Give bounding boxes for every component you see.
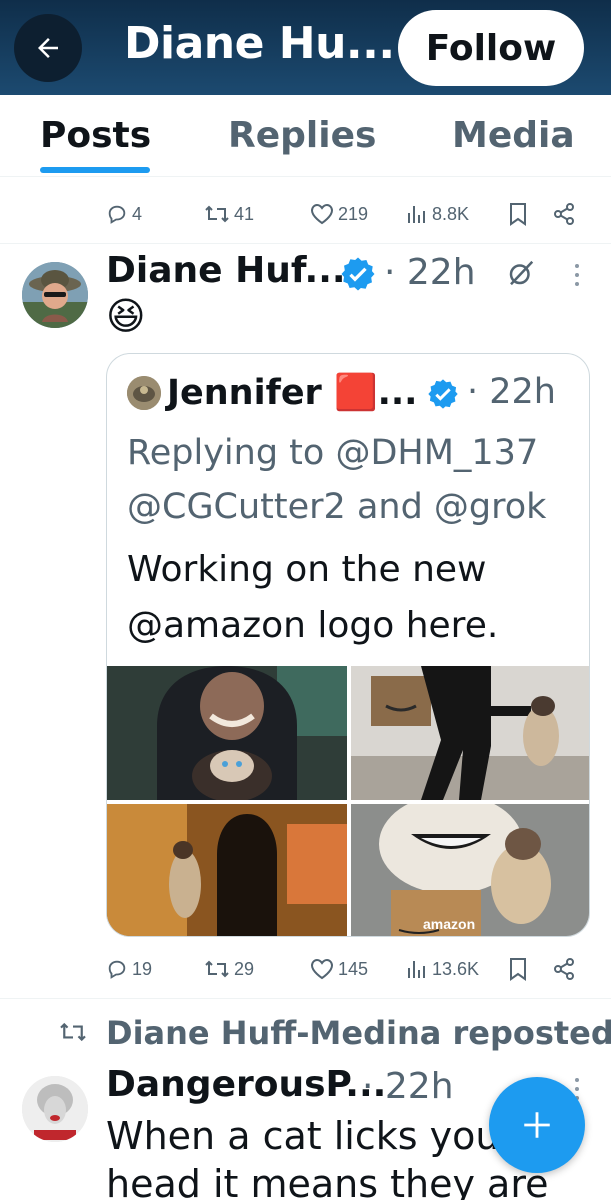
post-author-name[interactable]: DangerousP... xyxy=(106,1064,386,1105)
bookmark-icon xyxy=(510,203,526,226)
quoted-verified-badge-icon xyxy=(428,379,458,409)
quoted-avatar xyxy=(127,376,161,410)
quoted-timestamp: · 22h xyxy=(467,372,556,412)
media-grid: amazon xyxy=(107,666,589,936)
reply-count: 19 xyxy=(132,958,153,979)
quoted-post-card[interactable]: Jennifer 🟥... · 22h Replying to @DHM_137… xyxy=(106,353,590,937)
quoted-avatar-photo-icon xyxy=(127,376,161,410)
reply-count: 4 xyxy=(132,203,143,224)
post-author-name[interactable]: Diane Huf... xyxy=(106,250,346,291)
avatar[interactable] xyxy=(22,1076,88,1142)
reply-icon xyxy=(108,205,126,224)
share-button[interactable] xyxy=(552,192,576,236)
avatar-photo-icon xyxy=(22,262,88,328)
tab-replies[interactable]: Replies xyxy=(228,115,376,156)
tab-posts[interactable]: Posts xyxy=(40,115,151,156)
image-silhouette-holding-cat-icon xyxy=(107,804,347,936)
follow-button[interactable]: Follow xyxy=(398,10,584,86)
quoted-post-text: Working on the new @amazon logo here. xyxy=(127,542,498,654)
repost-attribution[interactable]: Diane Huff-Medina reposted xyxy=(106,1014,611,1052)
share-icon xyxy=(554,958,574,980)
post-timestamp[interactable]: · 22h xyxy=(362,1066,454,1107)
repost-button[interactable]: 29 xyxy=(204,947,254,991)
like-button[interactable]: 145 xyxy=(310,947,368,991)
repost-count: 41 xyxy=(234,203,255,224)
reply-button[interactable]: 4 xyxy=(106,192,142,236)
repost-indicator-icon xyxy=(60,1022,86,1042)
compose-post-button[interactable] xyxy=(489,1077,585,1173)
like-button[interactable]: 219 xyxy=(310,192,368,236)
heart-icon xyxy=(310,958,334,980)
tab-media[interactable]: Media xyxy=(452,115,575,156)
media-image-2[interactable] xyxy=(351,666,589,800)
repost-icon xyxy=(205,960,229,978)
media-image-1[interactable] xyxy=(107,666,347,800)
replying-to-line-2: @CGCutter2 and @grok xyxy=(127,487,547,527)
reply-icon xyxy=(108,960,126,979)
views-button[interactable]: 13.6K xyxy=(406,947,479,991)
arrow-left-icon xyxy=(38,38,58,58)
like-count: 145 xyxy=(338,958,369,979)
back-button[interactable] xyxy=(14,14,82,82)
media-image-4[interactable]: amazon xyxy=(351,804,589,936)
profile-header: Diane Hu... Follow xyxy=(0,0,611,95)
post-action-bar: 4 41 219 8.8K xyxy=(0,192,611,236)
bookmark-button[interactable] xyxy=(508,947,528,991)
image-hooded-figure-cat-icon xyxy=(107,666,347,800)
repost-count: 29 xyxy=(234,958,255,979)
post-action-bar: 19 29 145 13.6K xyxy=(0,947,611,991)
reply-button[interactable]: 19 xyxy=(106,947,152,991)
views-button[interactable]: 8.8K xyxy=(406,192,469,236)
post-divider xyxy=(0,998,611,999)
bookmark-icon xyxy=(510,958,526,981)
image-silhouette-carrying-cat-icon xyxy=(351,666,589,800)
repost-button[interactable]: 41 xyxy=(204,192,254,236)
avatar-photo-icon xyxy=(22,1076,88,1142)
media-image-3[interactable] xyxy=(107,804,347,936)
heart-icon xyxy=(310,203,334,225)
post-divider xyxy=(0,243,611,244)
post-text: 😆 xyxy=(106,296,146,338)
bookmark-button[interactable] xyxy=(508,192,528,236)
post-timestamp[interactable]: · 22h xyxy=(384,252,476,293)
repost-icon xyxy=(205,205,229,223)
box-amazon-text: amazon xyxy=(423,916,476,932)
like-count: 219 xyxy=(338,203,369,224)
plus-icon xyxy=(524,1112,550,1138)
share-icon xyxy=(554,203,574,225)
share-button[interactable] xyxy=(552,947,576,991)
profile-tabs: Posts Replies Media xyxy=(0,95,611,177)
avatar[interactable] xyxy=(22,262,88,328)
active-tab-indicator xyxy=(40,167,150,173)
grok-icon[interactable] xyxy=(506,258,536,288)
quoted-text-line-1: Working on the new xyxy=(127,549,487,590)
verified-badge-icon xyxy=(341,257,375,291)
replying-to-text: Replying to @DHM_137 @CGCutter2 and @gro… xyxy=(127,426,546,534)
quoted-author-name: Jennifer 🟥... xyxy=(167,373,418,413)
views-icon xyxy=(408,961,425,978)
quoted-text-line-2: @amazon logo here. xyxy=(127,605,499,646)
view-count: 8.8K xyxy=(432,203,470,224)
view-count: 13.6K xyxy=(432,958,480,979)
replying-to-line-1: Replying to @DHM_137 xyxy=(127,433,539,473)
more-options-icon[interactable] xyxy=(570,262,584,288)
profile-name-title: Diane Hu... xyxy=(124,18,395,69)
views-icon xyxy=(408,206,425,223)
